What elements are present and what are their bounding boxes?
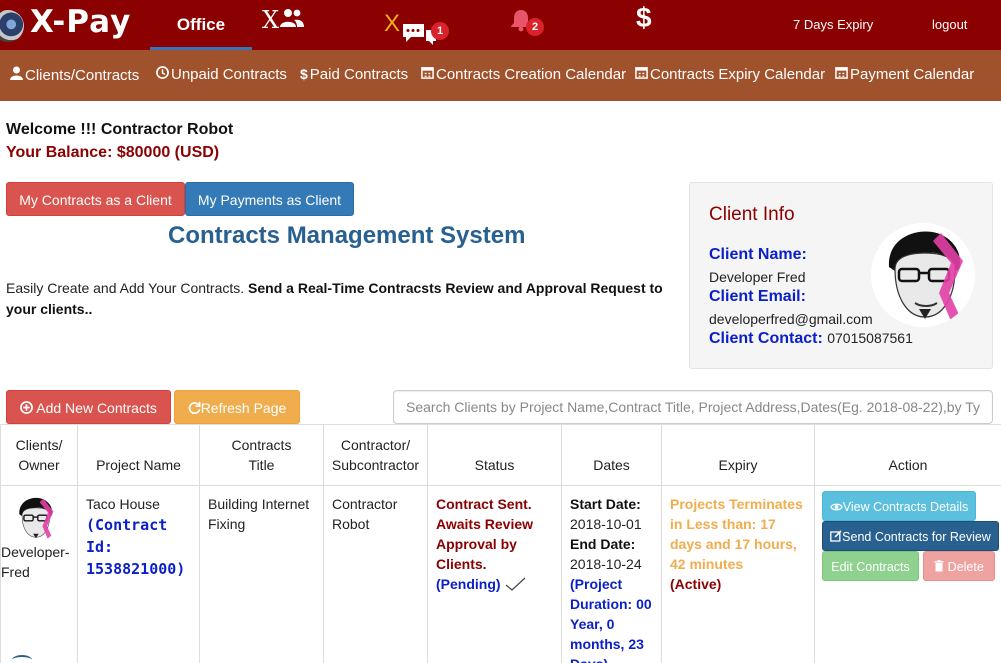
subnav-clients-contracts[interactable]: Clients/Contracts (10, 66, 139, 84)
col-header-owner: Clients/ Owner (0, 424, 78, 486)
edit-icon (830, 530, 842, 542)
subnav-contracts-expiry-calendar[interactable]: Contracts Expiry Calendar (635, 66, 825, 83)
subnav-unpaid-contracts[interactable]: Unpaid Contracts (156, 66, 287, 83)
status-text: Contract Sent. Awaits Review Approval by… (436, 496, 534, 572)
intro-text: Easily Create and Add Your Contracts. Se… (6, 280, 663, 317)
project-name: Taco House (86, 496, 160, 512)
top-navbar: X-Pay Office X X 1 2 $ 7 Days Expiry log… (0, 0, 1001, 50)
client-email-value: developerfred@gmail.com (709, 311, 873, 327)
col-header-action: Action (814, 424, 1001, 486)
client-name-value: Developer Fred (709, 269, 806, 285)
col-header-dates: Dates (561, 424, 662, 486)
col-header-contracts-title: Contracts Title (199, 424, 324, 486)
messages-count-badge: 1 (431, 22, 449, 40)
expiry-text: Projects Terminates in Less than: 17 day… (670, 496, 803, 572)
my-payments-as-client-button[interactable]: My Payments as Client (185, 182, 354, 216)
payments-link[interactable]: $ (636, 2, 652, 34)
start-date-value: 2018-10-01 (570, 516, 642, 532)
edit-contract-button[interactable]: Edit Contracts (822, 551, 919, 581)
my-contracts-as-client-button[interactable]: My Contracts as a Client (6, 182, 185, 216)
subnav-payment-calendar[interactable]: Payment Calendar (835, 66, 974, 83)
refresh-icon (188, 401, 201, 415)
col-header-contractor: Contractor/ Subcontractor (323, 424, 428, 486)
messages-link[interactable]: X 1 (384, 10, 454, 46)
check-icon (506, 577, 526, 591)
owner-name: Developer-Fred (1, 544, 70, 580)
status-cell: Contract Sent. Awaits Review Approval by… (427, 485, 562, 663)
col-header-expiry: Expiry (661, 424, 815, 486)
client-name-label: Client Name: (709, 246, 807, 263)
end-date-label: End Date: (570, 536, 636, 552)
client-contact-value: 07015087561 (827, 330, 913, 346)
delete-contract-button[interactable]: Delete (923, 551, 995, 581)
view-contract-details-button[interactable]: View Contracts Details (822, 491, 976, 521)
owner-avatar (11, 494, 59, 542)
contractor-cell: Contractor Robot (323, 485, 428, 663)
col-header-project-name: Project Name (77, 424, 200, 486)
brand-name[interactable]: X-Pay (30, 4, 131, 40)
clock-icon (156, 66, 169, 79)
project-cell: Taco House (Contract Id: 1538821000) (77, 485, 200, 663)
send-contract-for-review-button[interactable]: Send Contracts for Review (822, 521, 999, 551)
trash-icon (934, 560, 944, 572)
dollar-icon: $ (300, 66, 308, 82)
subnav-paid-contracts[interactable]: $ Paid Contracts (300, 66, 408, 83)
partial-icon (12, 655, 32, 663)
subnav-contracts-creation-calendar[interactable]: Contracts Creation Calendar (421, 66, 626, 83)
calendar-icon (635, 67, 648, 79)
logout-link[interactable]: logout (932, 17, 967, 32)
expiry-link[interactable]: 7 Days Expiry (793, 17, 873, 32)
expiry-cell: Projects Terminates in Less than: 17 day… (661, 485, 815, 663)
plus-circle-icon (20, 401, 34, 414)
end-date-value: 2018-10-24 (570, 556, 642, 572)
col-header-status: Status (427, 424, 562, 486)
contract-title-cell: Building Internet Fixing (199, 485, 324, 663)
project-duration: (Project Duration: 00 Year, 0 months, 23… (570, 576, 652, 663)
expiry-state: (Active) (670, 576, 722, 592)
add-new-contracts-button[interactable]: Add New Contracts (6, 390, 171, 424)
user-icon (10, 66, 23, 80)
calendar-icon (835, 67, 848, 79)
status-pending: (Pending) (436, 576, 501, 592)
client-avatar (871, 223, 975, 327)
client-info-panel: Client Info Client Name: Developer Fred … (689, 182, 993, 369)
refresh-page-button[interactable]: Refresh Page (174, 390, 300, 424)
search-input[interactable] (393, 390, 993, 424)
balance-text: Your Balance: $80000 (USD) (6, 144, 220, 161)
dates-cell: Start Date: 2018-10-01 End Date: 2018-10… (561, 485, 662, 663)
logo-icon (0, 10, 24, 42)
notifications-count-badge: 2 (526, 18, 544, 36)
client-email-label: Client Email: (709, 288, 806, 305)
eye-icon (829, 503, 843, 511)
welcome-text: Welcome !!! Contractor Robot (6, 121, 234, 138)
contract-id: (Contract Id: 1538821000) (86, 516, 186, 578)
owner-cell: Developer-Fred (0, 485, 78, 663)
notifications-link[interactable]: 2 (510, 8, 550, 40)
tab-office[interactable]: Office (150, 0, 252, 50)
client-info-title: Client Info (709, 204, 795, 225)
page-title: Contracts Management System (168, 222, 526, 249)
calendar-icon (421, 67, 434, 79)
table-header-row: Clients/ Owner Project Name Contracts Ti… (0, 424, 1001, 486)
sub-navbar: Clients/Contracts Unpaid Contracts $ Paid… (0, 50, 1001, 101)
users-icon (280, 9, 305, 27)
x-users-link[interactable]: X (262, 6, 305, 34)
client-contact-label: Client Contact: 07015087561 (709, 330, 913, 347)
start-date-label: Start Date: (570, 496, 641, 512)
